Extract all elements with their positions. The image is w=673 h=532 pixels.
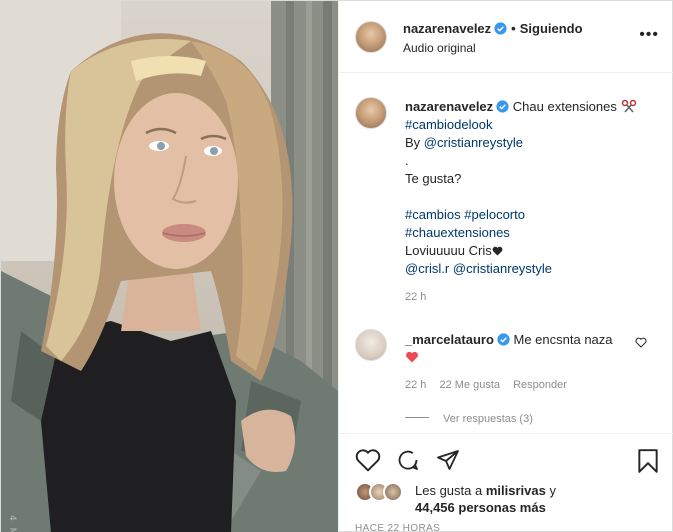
- mention-cristianreystyle-2[interactable]: @cristianreystyle: [453, 261, 552, 276]
- comment-meta: 22 h 22 Me gusta Responder: [405, 379, 577, 391]
- post-panel: nazarenavelez • Siguiendo Audio original •…: [338, 1, 673, 532]
- liker-avatar-3: [383, 482, 403, 502]
- caption-loviu: Loviuuuuu Cris: [405, 243, 492, 258]
- header-separator: •: [511, 21, 516, 36]
- author-avatar[interactable]: [355, 21, 387, 53]
- reply-button[interactable]: Responder: [513, 379, 567, 391]
- hashtag-chauextensiones[interactable]: #chauextensiones: [405, 224, 665, 242]
- video-frame-illustration: [1, 1, 338, 532]
- caption-question: Te gusta?: [405, 171, 462, 186]
- verified-badge-icon: [496, 100, 509, 113]
- like-heart-icon[interactable]: [355, 448, 381, 472]
- scissors-emoji-icon: [621, 99, 636, 113]
- post-header: nazarenavelez • Siguiendo Audio original •…: [339, 1, 673, 73]
- hashtag-cambiodelook[interactable]: #cambiodelook: [405, 116, 665, 134]
- comment-body: _marcelatauro Me encsnta naza: [405, 331, 635, 367]
- hashtag-pelocorto[interactable]: #pelocorto: [464, 207, 525, 222]
- hashtag-cambios[interactable]: #cambios: [405, 207, 461, 222]
- caption-blank: [405, 188, 665, 206]
- black-heart-emoji-icon: [492, 246, 503, 256]
- author-username[interactable]: nazarenavelez: [403, 21, 491, 36]
- comment-bubble-icon[interactable]: [395, 448, 421, 472]
- commenter-username[interactable]: _marcelatauro: [405, 332, 494, 347]
- action-bar: [339, 433, 673, 483]
- share-send-icon[interactable]: [435, 448, 461, 472]
- caption-body: nazarenavelez Chau extensiones #cambiode…: [405, 98, 665, 278]
- caption-by: By: [405, 135, 421, 150]
- caption-time[interactable]: 22 h: [405, 291, 426, 303]
- view-replies-label: Ver respuestas (3): [443, 413, 533, 425]
- liker-avatars[interactable]: [355, 482, 413, 506]
- post-dialog: 4 May nazarenavelez • Siguiendo Audio orig…: [0, 0, 673, 532]
- caption-username[interactable]: nazarenavelez: [405, 99, 493, 114]
- view-replies-button[interactable]: Ver respuestas (3): [405, 413, 533, 425]
- following-button[interactable]: Siguiendo: [520, 21, 583, 36]
- likes-text: Les gusta a milisrivas y 44,456 personas…: [415, 482, 556, 516]
- post-timestamp[interactable]: HACE 22 HORAS: [355, 523, 440, 532]
- likes-prefix: Les gusta a: [415, 483, 483, 498]
- likes-suffix: y: [549, 483, 556, 498]
- red-heart-emoji-icon: [406, 351, 418, 363]
- mention-cristianreystyle[interactable]: @cristianreystyle: [424, 135, 523, 150]
- caption-text: Chau extensiones: [512, 99, 617, 114]
- comment-like-heart-icon[interactable]: [635, 337, 647, 348]
- replies-divider: [405, 417, 429, 418]
- verified-badge-icon: [497, 333, 510, 346]
- audio-link[interactable]: Audio original: [403, 41, 476, 55]
- commenter-avatar[interactable]: [355, 329, 387, 361]
- caption-avatar[interactable]: [355, 97, 387, 129]
- verified-badge-icon: [494, 22, 507, 35]
- caption-dot: .: [405, 153, 409, 168]
- post-video[interactable]: 4 May: [1, 1, 338, 532]
- comment-text: Me encsnta naza: [513, 332, 613, 347]
- save-bookmark-icon[interactable]: [637, 448, 659, 474]
- liker-username[interactable]: milisrivas: [486, 483, 546, 498]
- likes-count[interactable]: 44,456 personas más: [415, 500, 546, 515]
- mention-crislr[interactable]: @crisl.r: [405, 261, 449, 276]
- comment-likes[interactable]: 22 Me gusta: [439, 379, 500, 391]
- comment-time[interactable]: 22 h: [405, 379, 426, 391]
- author-line: nazarenavelez • Siguiendo: [403, 21, 583, 36]
- more-options-icon[interactable]: •••: [639, 27, 659, 43]
- date-watermark: 4 May: [7, 515, 17, 532]
